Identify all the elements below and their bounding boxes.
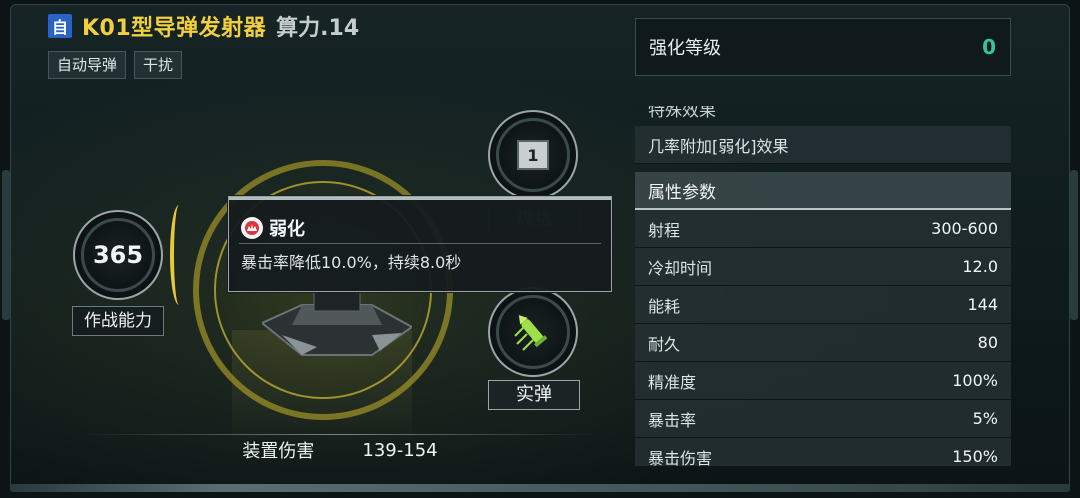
- stat-row: 射程 300-600: [635, 210, 1011, 248]
- attribute-section-title: 属性参数: [648, 182, 716, 203]
- auto-badge: 自: [48, 14, 72, 38]
- left-frame-decoration: [2, 170, 10, 320]
- device-damage-label: 装置伤害: [242, 441, 315, 462]
- stat-label: 暴击伤害: [648, 448, 713, 467]
- weapon-power: 算力.14: [276, 16, 360, 41]
- stat-value: 12.0: [962, 257, 998, 276]
- combat-power-circle: 365: [73, 210, 163, 300]
- stat-row: 暴击率 5%: [635, 400, 1011, 438]
- tooltip-title: 弱化: [241, 215, 305, 241]
- damage-divider: [80, 434, 600, 435]
- stat-value: 150%: [952, 447, 998, 466]
- bottom-frame-bar: [10, 484, 1070, 492]
- level-badge: 1: [517, 140, 549, 170]
- level-circle[interactable]: 1: [488, 110, 578, 200]
- tooltip-top-bar: [229, 197, 611, 200]
- combat-power-label: 作战能力: [72, 306, 164, 336]
- tooltip-title-text: 弱化: [269, 219, 305, 240]
- combat-power-value: 365: [92, 241, 144, 269]
- stat-row: 暴击伤害 150%: [635, 438, 1011, 466]
- stat-value: 100%: [952, 371, 998, 390]
- tag-auto-missile: 自动导弹: [48, 51, 127, 79]
- left-arc-decoration: [170, 205, 188, 305]
- stat-value: 300-600: [931, 219, 998, 238]
- special-effect-heading: 特殊效果: [635, 106, 1011, 126]
- ammo-type-label: 实弹: [488, 380, 580, 410]
- stat-label: 冷却时间: [648, 258, 713, 278]
- enhance-level-box[interactable]: 强化等级 0: [635, 18, 1011, 76]
- weapon-name: K01型导弹发射器: [82, 16, 267, 41]
- special-effect-title: 特殊效果: [648, 106, 716, 121]
- stat-label: 射程: [648, 220, 681, 240]
- right-frame-decoration: [1070, 170, 1078, 320]
- weapon-header: 自 K01型导弹发射器 算力.14: [48, 10, 359, 42]
- stat-label: 能耗: [648, 296, 681, 316]
- stat-row: 精准度 100%: [635, 362, 1011, 400]
- enhance-level-label: 强化等级: [649, 38, 721, 59]
- weaken-icon: [241, 217, 263, 239]
- stat-label: 耐久: [648, 334, 681, 354]
- tooltip-divider: [239, 243, 601, 244]
- live-ammo-icon: [514, 315, 548, 351]
- missile-launcher-image: [262, 285, 412, 356]
- stat-value: 144: [967, 295, 998, 314]
- weaken-tooltip: 弱化 暴击率降低10.0%，持续8.0秒: [228, 196, 612, 292]
- attribute-section-header: 属性参数: [635, 172, 1011, 210]
- device-damage: 装置伤害 139-154: [80, 436, 600, 464]
- special-effect-row: 几率附加[弱化]效果: [635, 126, 1011, 164]
- special-effect-text: 几率附加[弱化]效果: [648, 136, 789, 156]
- stat-row: 冷却时间 12.0: [635, 248, 1011, 286]
- weapon-tags: 自动导弹 干扰: [48, 51, 183, 79]
- stat-value: 80: [977, 333, 998, 352]
- tooltip-description: 暴击率降低10.0%，持续8.0秒: [241, 253, 462, 272]
- stat-label: 暴击率: [648, 410, 697, 430]
- enhance-level-value: 0: [982, 35, 996, 59]
- stats-panel[interactable]: 特殊效果 几率附加[弱化]效果 属性参数 射程 300-600 冷却时间 12.0 …: [635, 106, 1011, 466]
- stat-label: 精准度: [648, 372, 697, 392]
- stat-value: 5%: [972, 409, 998, 428]
- ammo-type-circle[interactable]: [488, 287, 578, 377]
- tag-jamming: 干扰: [134, 51, 183, 79]
- stat-row: 耐久 80: [635, 324, 1011, 362]
- device-damage-value: 139-154: [362, 439, 438, 461]
- stat-row: 能耗 144: [635, 286, 1011, 324]
